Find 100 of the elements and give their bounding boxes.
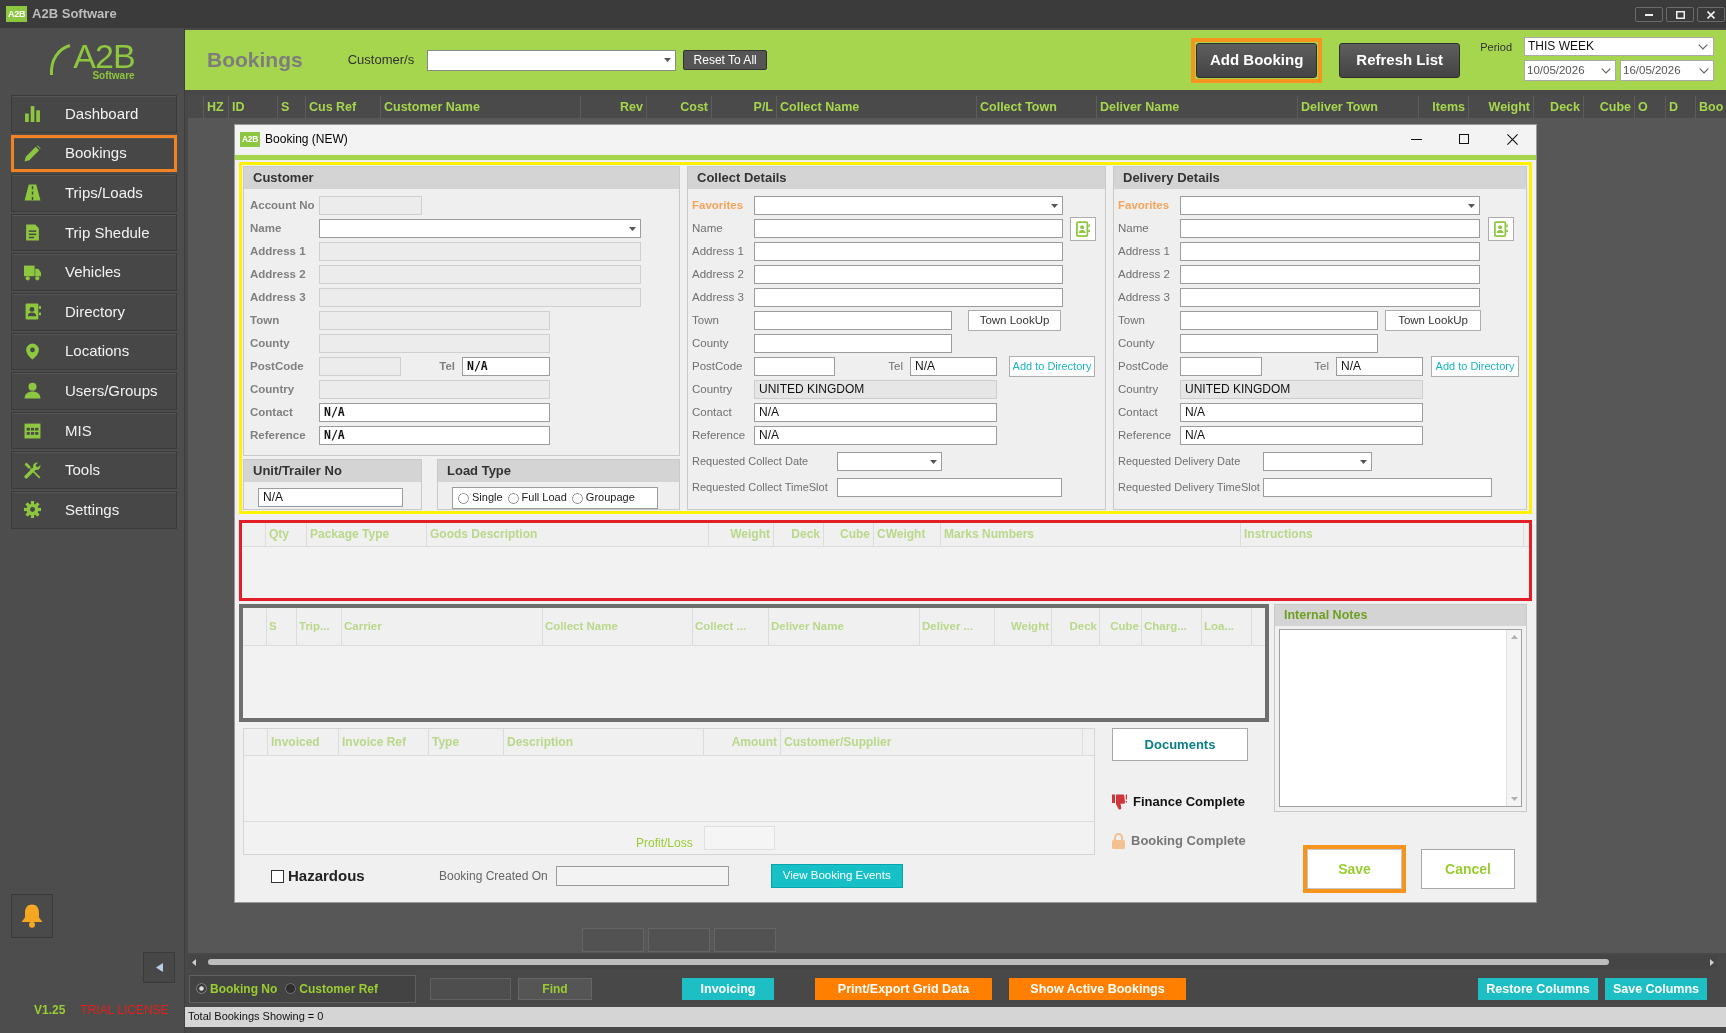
text-field[interactable]: N/A bbox=[1336, 357, 1423, 376]
dropdown-field[interactable] bbox=[837, 452, 942, 471]
sidebar-item[interactable]: Trips/Loads bbox=[11, 174, 177, 212]
find-button[interactable]: Find bbox=[518, 978, 592, 1000]
sidebar-item[interactable]: Bookings bbox=[11, 134, 177, 173]
text-field[interactable]: N/A bbox=[1180, 426, 1423, 445]
radio-option[interactable]: Groupage bbox=[571, 491, 635, 505]
sidebar-item[interactable]: Tools bbox=[11, 451, 177, 489]
add-booking-button[interactable]: Add Booking bbox=[1196, 42, 1318, 78]
sidebar-item[interactable]: Vehicles bbox=[11, 253, 177, 291]
text-field[interactable] bbox=[1180, 288, 1480, 307]
dropdown-field[interactable] bbox=[1263, 452, 1372, 471]
refresh-button[interactable]: Refresh List bbox=[1339, 42, 1461, 78]
text-field[interactable] bbox=[1180, 357, 1262, 376]
vertical-scrollbar[interactable] bbox=[1506, 630, 1521, 806]
contact-button[interactable] bbox=[1070, 216, 1096, 241]
text-field[interactable]: N/A bbox=[258, 488, 403, 507]
radio-option[interactable]: Single bbox=[458, 491, 503, 505]
chevron-down-icon bbox=[1699, 67, 1709, 74]
dropdown-field[interactable]: THIS WEEK bbox=[1524, 37, 1714, 56]
contact-button[interactable] bbox=[1488, 216, 1514, 241]
notes-field[interactable] bbox=[1279, 629, 1522, 807]
town-lookup-button[interactable]: Town LookUp bbox=[1385, 310, 1481, 331]
reset-button[interactable]: Reset To All bbox=[683, 50, 768, 70]
collapse-button[interactable] bbox=[143, 952, 175, 983]
date-field[interactable]: 16/05/2026 bbox=[1620, 60, 1714, 81]
text-field[interactable]: N/A bbox=[754, 403, 997, 422]
text-field[interactable] bbox=[837, 478, 1062, 497]
field-label: PostCode bbox=[692, 359, 744, 374]
field-label: Address 2 bbox=[692, 267, 745, 282]
dialog-title: Booking (NEW) bbox=[265, 131, 348, 147]
radio-option[interactable]: Customer Ref bbox=[285, 981, 378, 997]
contact-book-icon bbox=[24, 303, 41, 321]
text-field[interactable] bbox=[555, 866, 729, 886]
add-to-directory-button[interactable]: Add to Directory bbox=[1431, 356, 1519, 377]
text-field[interactable]: N/A bbox=[319, 403, 550, 422]
text-field[interactable]: N/A bbox=[754, 426, 997, 445]
field-label: Account No bbox=[250, 198, 316, 213]
text-field[interactable] bbox=[754, 242, 1063, 261]
text-field[interactable] bbox=[754, 265, 1063, 284]
panel-header: Customer bbox=[244, 167, 679, 189]
panel-header: Collect Details bbox=[688, 167, 1105, 189]
app-logo: A2B bbox=[6, 6, 28, 22]
sidebar-item[interactable]: Trip Shedule bbox=[11, 213, 177, 252]
person-icon bbox=[24, 382, 41, 400]
sidebar-item[interactable]: Dashboard bbox=[11, 95, 177, 133]
close-button[interactable] bbox=[1697, 7, 1725, 22]
radio-option[interactable]: Full Load bbox=[507, 491, 567, 505]
documents-button[interactable]: Documents bbox=[1112, 728, 1248, 761]
window-title: A2B Software bbox=[32, 6, 117, 22]
field-label: Name bbox=[1118, 221, 1150, 236]
text-field[interactable] bbox=[754, 357, 835, 376]
text-field[interactable] bbox=[754, 311, 952, 330]
text-field[interactable]: N/A bbox=[319, 426, 550, 445]
text-field[interactable] bbox=[1180, 265, 1480, 284]
field-label: Customer/s bbox=[347, 52, 415, 68]
field-label: Favorites bbox=[1118, 198, 1171, 213]
app-logo: A2B bbox=[240, 131, 261, 147]
town-lookup-button[interactable]: Town LookUp bbox=[968, 310, 1061, 331]
field-label: Town bbox=[1118, 313, 1146, 328]
notifications-button[interactable] bbox=[11, 894, 53, 938]
field-label: Town bbox=[250, 313, 281, 328]
dropdown-field[interactable] bbox=[1180, 196, 1480, 215]
field-label: PostCode bbox=[250, 359, 305, 374]
text-field[interactable] bbox=[1180, 242, 1480, 261]
settings-icon bbox=[24, 501, 41, 519]
sidebar-item[interactable]: Locations bbox=[11, 332, 177, 371]
field-label: Requested Delivery Date bbox=[1118, 454, 1242, 469]
dropdown-field[interactable] bbox=[754, 196, 1063, 215]
text-field[interactable] bbox=[1180, 334, 1378, 353]
text-field[interactable] bbox=[754, 288, 1063, 307]
maximize-icon bbox=[1459, 134, 1469, 144]
add-to-directory-button[interactable]: Add to Directory bbox=[1009, 356, 1095, 377]
text-field[interactable]: N/A bbox=[1180, 403, 1423, 422]
checkbox[interactable] bbox=[271, 869, 284, 883]
road-icon bbox=[24, 184, 41, 202]
date-field[interactable]: 10/05/2026 bbox=[1524, 60, 1616, 81]
maximize-button[interactable] bbox=[1666, 7, 1694, 22]
calendar-icon bbox=[24, 422, 41, 440]
field-label: Country bbox=[250, 382, 296, 397]
field-label: Period bbox=[1480, 41, 1512, 55]
scrollbar-thumb[interactable] bbox=[208, 959, 1609, 965]
text-field[interactable] bbox=[1180, 311, 1378, 330]
text-field[interactable]: N/A bbox=[910, 357, 997, 376]
dropdown-field[interactable] bbox=[427, 49, 677, 71]
sidebar-item[interactable]: Directory bbox=[11, 292, 177, 331]
text-field[interactable] bbox=[1180, 219, 1480, 238]
sidebar-item[interactable]: MIS bbox=[11, 411, 177, 450]
bar-chart-icon bbox=[24, 105, 41, 123]
text-field[interactable] bbox=[754, 334, 952, 353]
sidebar-item[interactable]: Users/Groups bbox=[11, 372, 177, 410]
radio-option[interactable]: Booking No bbox=[196, 981, 278, 997]
text-field[interactable] bbox=[754, 219, 1063, 238]
sidebar-item[interactable]: Settings bbox=[11, 490, 177, 529]
scroll-left-icon bbox=[192, 958, 196, 966]
dropdown-field[interactable] bbox=[319, 219, 641, 238]
text-field[interactable] bbox=[1263, 478, 1492, 497]
minimize-button[interactable] bbox=[1635, 7, 1663, 22]
search-field[interactable] bbox=[430, 978, 511, 1000]
field-label: Town bbox=[692, 313, 720, 328]
